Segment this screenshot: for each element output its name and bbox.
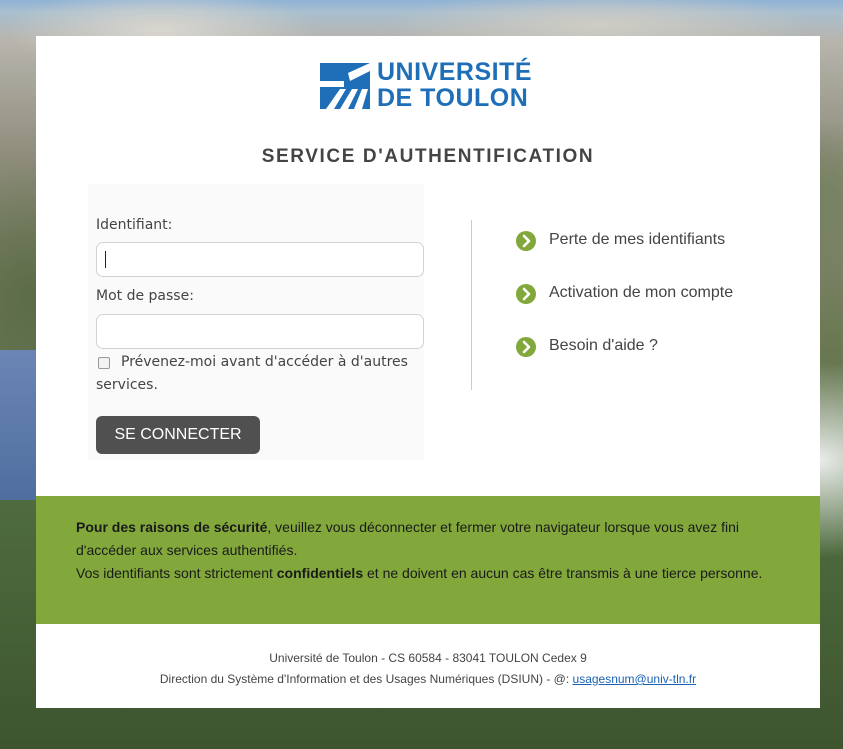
help-link-label: Activation de mon compte	[549, 284, 734, 301]
login-form: Identifiant: Mot de passe: Prévenez-moi …	[88, 184, 424, 460]
security-notice-text2-post: et ne doivent en aucun cas être transmis…	[363, 565, 763, 581]
login-card: UNIVERSITÉ DE TOULON SERVICE D'AUTHENTIF…	[36, 36, 820, 708]
page-footer: Université de Toulon - CS 60584 - 83041 …	[36, 648, 820, 690]
logo-emblem-icon	[320, 63, 370, 109]
background-photo-detail	[0, 350, 36, 500]
login-button[interactable]: SE CONNECTER	[96, 416, 260, 454]
vertical-divider	[471, 220, 472, 390]
security-notice: Pour des raisons de sécurité, veuillez v…	[36, 496, 820, 624]
help-link-label: Perte de mes identifiants	[549, 231, 726, 248]
chevron-right-circle-icon	[516, 284, 536, 304]
footer-email-link[interactable]: usagesnum@univ-tln.fr	[573, 672, 697, 686]
username-input[interactable]	[96, 242, 424, 277]
warn-checkbox-label-cont: services.	[96, 377, 158, 393]
page-title: SERVICE D'AUTHENTIFICATION	[261, 146, 595, 167]
password-label: Mot de passe:	[96, 288, 194, 304]
security-notice-text2-pre: Vos identifiants sont strictement	[76, 565, 277, 581]
warn-checkbox-label: Prévenez-moi avant d'accéder à d'autres	[121, 354, 408, 370]
security-notice-strong1: Pour des raisons de sécurité	[76, 519, 268, 535]
logo-text-line2: DE TOULON	[377, 84, 529, 112]
footer-direction-line: Direction du Système d'Information et de…	[36, 669, 820, 690]
security-notice-paragraph2: Vos identifiants sont strictement confid…	[76, 562, 780, 585]
footer-direction: Direction du Système d'Information et de…	[159, 672, 573, 686]
text-cursor	[105, 251, 106, 268]
logo-text-line1: UNIVERSITÉ	[377, 58, 533, 86]
footer-address: Université de Toulon - CS 60584 - 83041 …	[269, 651, 587, 665]
username-label: Identifiant:	[96, 217, 173, 233]
help-link-label: Besoin d'aide ?	[549, 337, 658, 354]
university-logo: UNIVERSITÉ DE TOULON	[320, 59, 540, 115]
chevron-right-circle-icon	[516, 337, 536, 357]
warn-checkbox[interactable]	[98, 357, 110, 369]
security-notice-strong2: confidentiels	[276, 565, 364, 581]
security-notice-paragraph1: Pour des raisons de sécurité, veuillez v…	[76, 516, 780, 562]
password-input[interactable]	[96, 314, 424, 349]
chevron-right-circle-icon	[516, 231, 536, 251]
